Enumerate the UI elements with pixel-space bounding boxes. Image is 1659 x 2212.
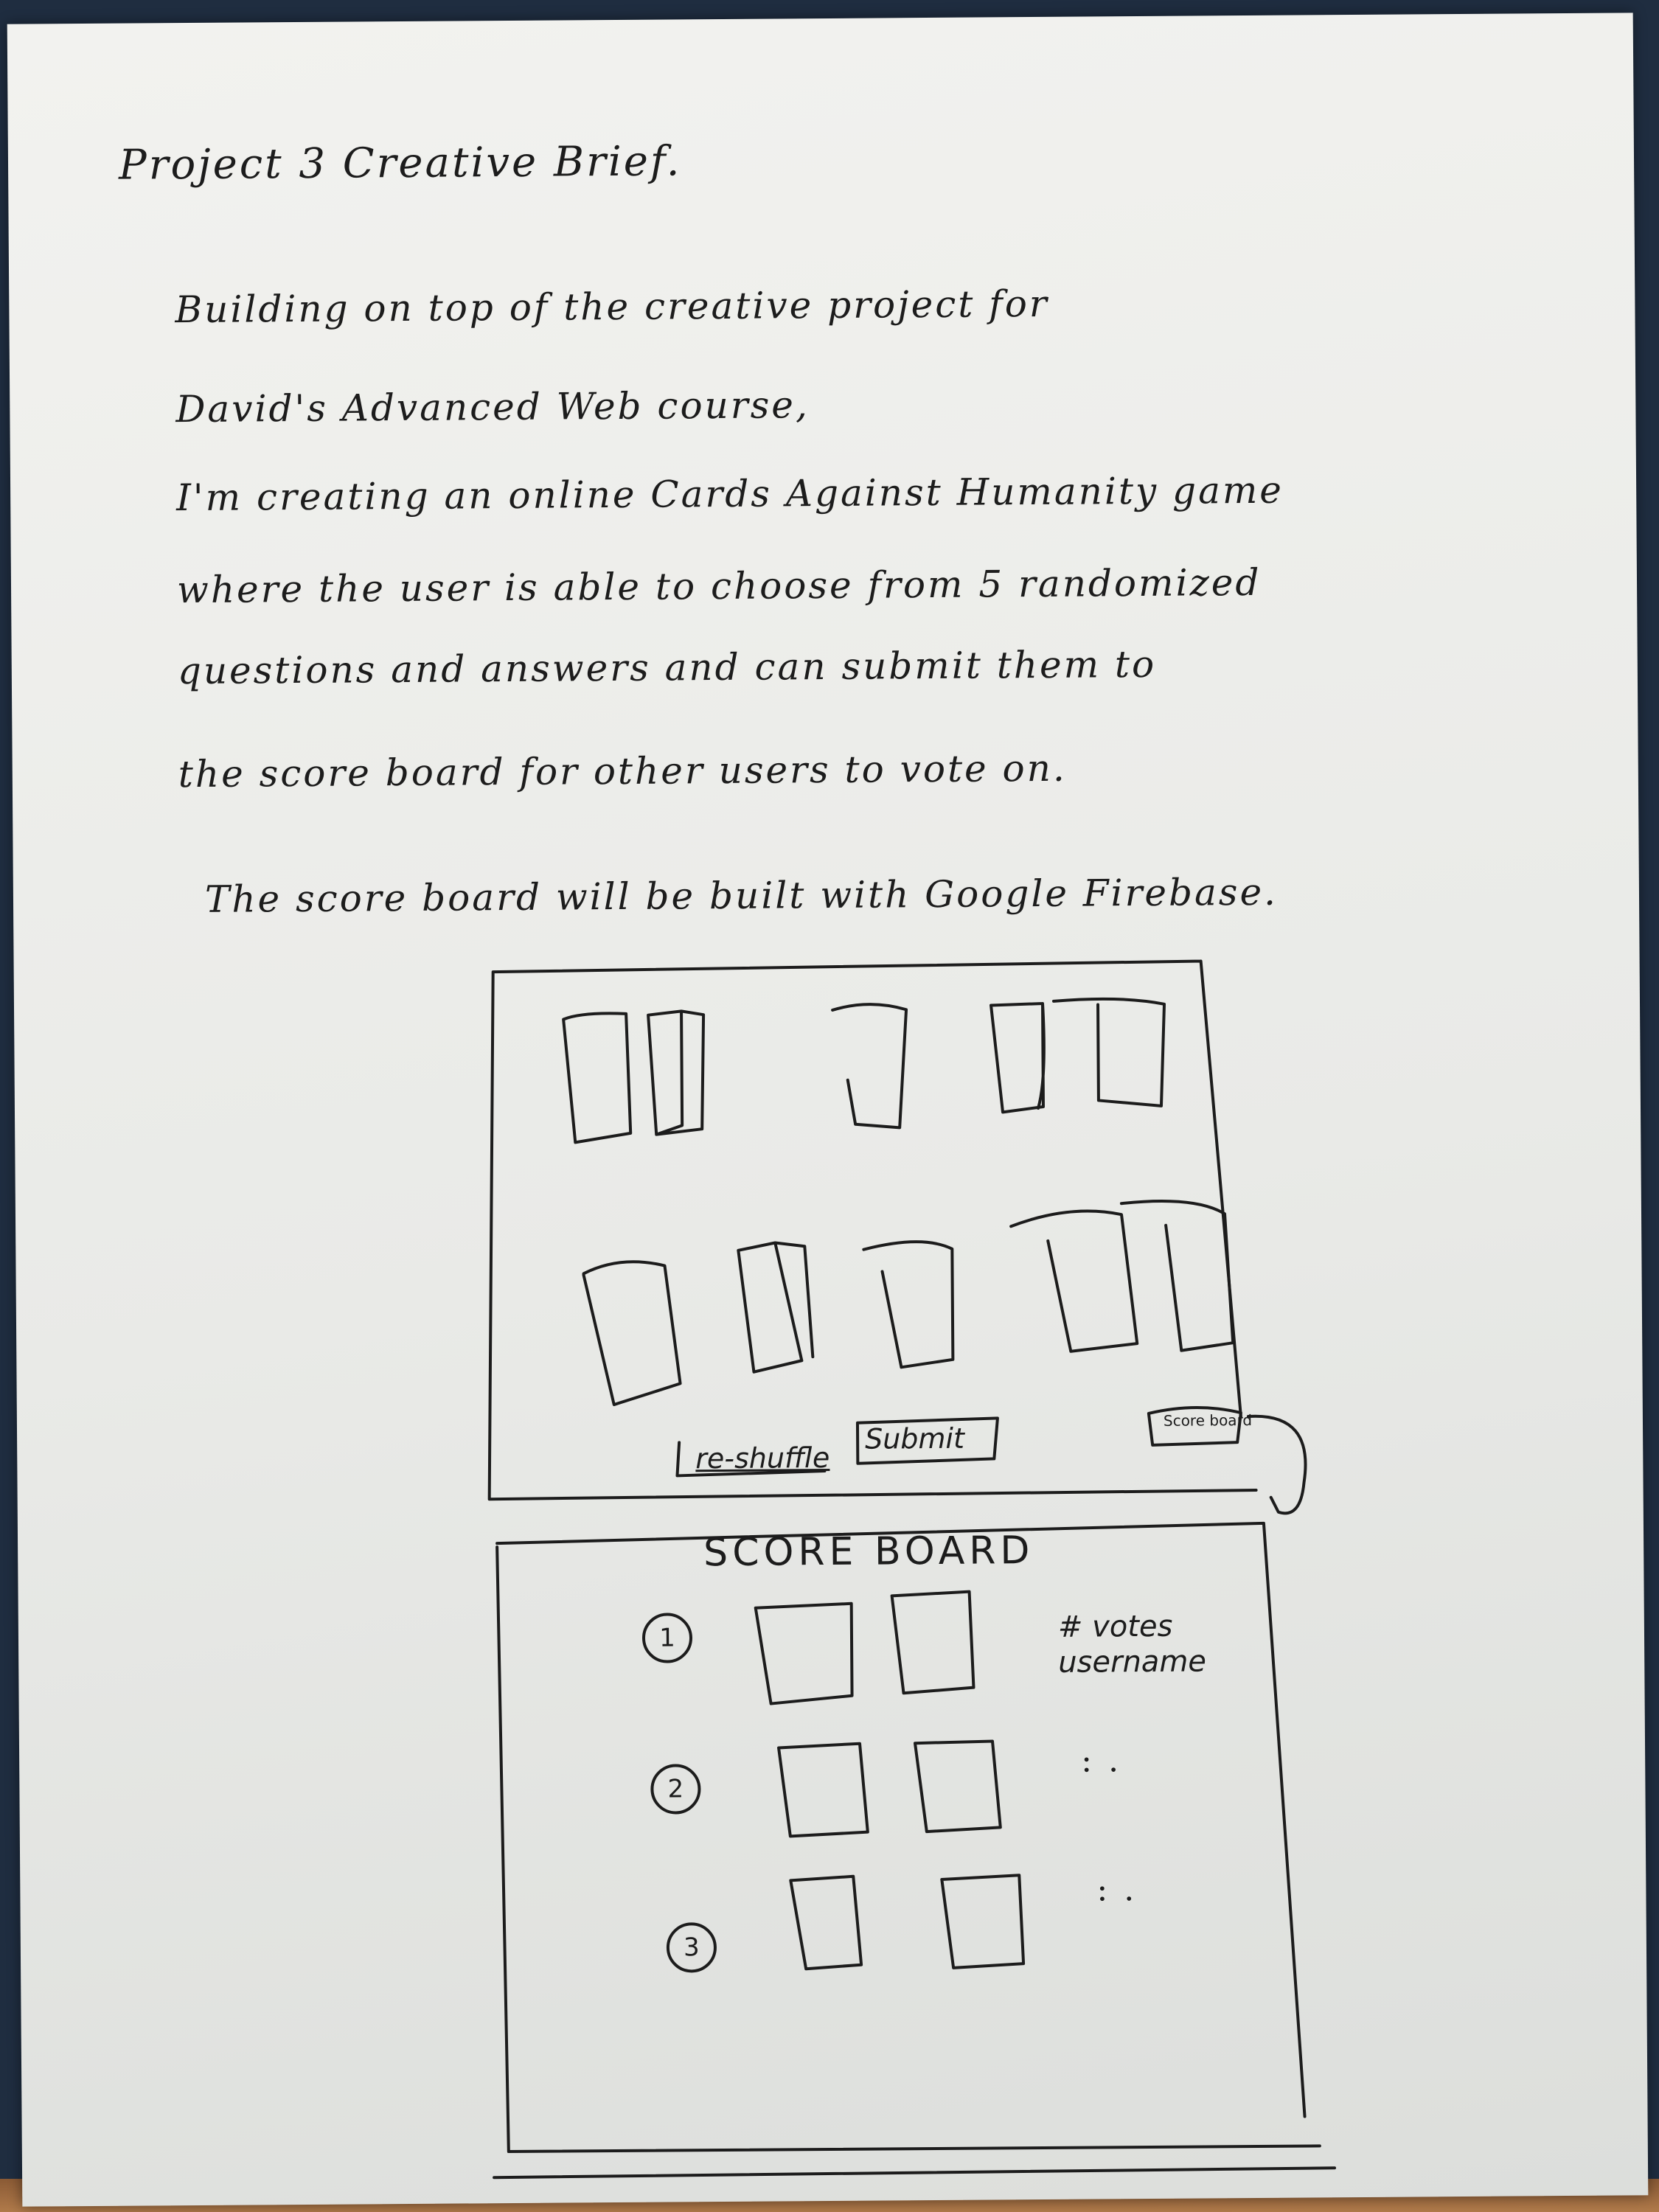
scoreboard-frame — [493, 1521, 1337, 2180]
card — [1051, 997, 1166, 1107]
continuation-dots: : . — [1096, 1871, 1138, 1909]
card — [777, 1742, 869, 1838]
scoreboard-title: SCORE BOARD — [703, 1528, 1034, 1576]
game-screen-frame — [487, 959, 1258, 1501]
connector-arrow — [1246, 1414, 1307, 1515]
card — [940, 1874, 1026, 1969]
scoreboard-row-3 — [666, 1874, 1026, 1973]
scoreboard-row-2 — [650, 1739, 1002, 1838]
username-label: username — [1058, 1644, 1207, 1680]
card — [737, 1241, 815, 1374]
scoreboard-button[interactable]: Score board — [1164, 1411, 1252, 1430]
card — [890, 1590, 975, 1695]
card-row-1 — [562, 997, 1166, 1144]
rank-1: 1 — [659, 1623, 675, 1653]
card — [862, 1240, 955, 1369]
reshuffle-button[interactable]: re-shuffle — [695, 1441, 830, 1475]
card — [754, 1601, 854, 1705]
paper-sheet: Project 3 Creative Brief. Building on to… — [7, 13, 1649, 2207]
card — [562, 1012, 633, 1144]
score-info: # votes username — [1058, 1608, 1206, 1680]
card — [990, 1001, 1046, 1114]
card — [582, 1260, 682, 1407]
card-row-2 — [582, 1199, 1235, 1407]
submit-button[interactable]: Submit — [865, 1422, 964, 1455]
continuation-dots: : . — [1080, 1742, 1122, 1780]
card — [1119, 1199, 1235, 1352]
wireframe-sketch — [487, 959, 1337, 2180]
card — [914, 1739, 1002, 1834]
card — [789, 1874, 863, 1971]
card — [1009, 1209, 1139, 1353]
votes-label: # votes — [1057, 1609, 1173, 1644]
scoreboard-row-1 — [641, 1590, 975, 1705]
card — [831, 1003, 908, 1130]
rank-3: 3 — [683, 1933, 700, 1963]
card — [647, 1009, 706, 1136]
rank-2: 2 — [667, 1774, 684, 1804]
